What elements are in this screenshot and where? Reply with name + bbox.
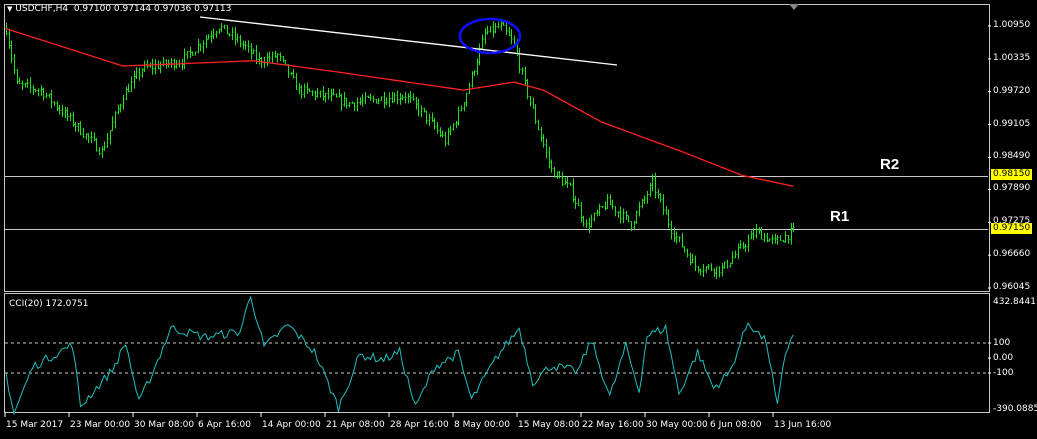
ohlc-low: 0.97036	[154, 4, 192, 14]
r1-price-tag: 0.97150	[991, 223, 1033, 234]
ohlc-high: 0.97144	[113, 4, 152, 14]
cci-axis-minus100: -100	[993, 368, 1014, 378]
time-axis-label: 23 Mar 00:00	[70, 420, 131, 430]
shift-marker-icon[interactable]	[789, 4, 799, 10]
moving-average-line	[5, 28, 794, 187]
price-axis-label: 0.96045	[993, 282, 1031, 292]
time-axis-label: 8 May 00:00	[454, 420, 510, 430]
trendline	[199, 16, 618, 66]
cci-label: CCI(20) 172.0751	[9, 299, 89, 309]
symbol-timeframe: USDCHF,H4	[15, 4, 69, 14]
price-axis-label: 0.99105	[993, 118, 1031, 129]
time-axis-label: 15 May 08:00	[518, 420, 580, 430]
r2-price-tag: 0.98150	[991, 169, 1033, 180]
cci-line	[5, 295, 794, 416]
ohlc-open: 0.97100	[73, 4, 112, 14]
price-axis-label: 0.98490	[993, 151, 1031, 162]
price-axis-label: 0.96660	[993, 249, 1031, 260]
cci-axis-min: -390.0885	[993, 404, 1037, 414]
time-axis-label: 13 Jun 16:00	[774, 420, 832, 430]
time-axis-label: 30 Mar 08:00	[134, 420, 195, 430]
time-axis-label: 22 May 16:00	[582, 420, 644, 430]
time-axis-label: 14 Apr 00:00	[262, 420, 321, 430]
dropdown-triangle-icon[interactable]: ▼	[7, 5, 12, 13]
symbol-header: ▼ USDCHF,H4 0.97100 0.97144 0.97036 0.97…	[7, 4, 231, 14]
cci-axis-max: 432.8441	[993, 297, 1036, 307]
price-axis-label: 0.97890	[993, 183, 1031, 194]
price-axis-label: 0.99720	[993, 85, 1031, 96]
r1-label: R1	[830, 208, 850, 225]
cci-axis-100: 100	[993, 338, 1011, 348]
r2-label: R2	[880, 156, 900, 173]
time-axis-label: 6 Jun 08:00	[710, 420, 762, 430]
ohlc-close: 0.97113	[194, 4, 232, 14]
time-axis-label: 6 Apr 16:00	[198, 420, 251, 430]
time-axis-label: 28 Apr 16:00	[390, 420, 449, 430]
time-axis-label: 15 Mar 2017	[6, 420, 64, 430]
cci-axis-0: 0.00	[993, 353, 1014, 363]
chart-canvas	[4, 16, 991, 417]
time-axis-label: 30 May 00:00	[646, 420, 708, 430]
price-axis-label: 1.00950	[993, 20, 1031, 30]
time-axis-label: 21 Apr 08:00	[326, 420, 385, 430]
price-axis-label: 1.00335	[993, 52, 1031, 63]
